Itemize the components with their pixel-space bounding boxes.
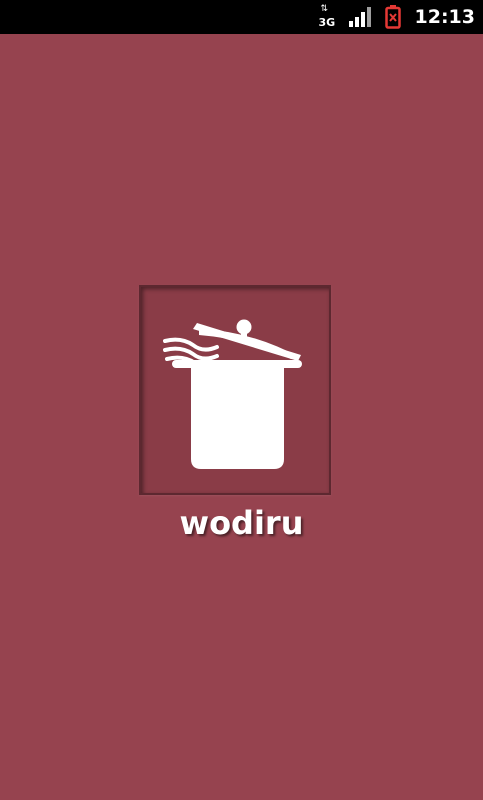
cooking-pot-icon: [163, 319, 302, 469]
battery-empty-icon: [384, 5, 401, 29]
signal-strength-icon: [348, 7, 371, 27]
splash-screen: wodiru: [0, 34, 483, 800]
network-3g-icon: ⇅ 3G: [319, 4, 337, 30]
status-icons: ⇅ 3G 12:13: [319, 0, 475, 34]
data-activity-arrows-icon: ⇅: [320, 4, 328, 14]
app-name: wodiru: [179, 504, 304, 542]
network-type-label: 3G: [318, 16, 336, 29]
app-logo: [139, 285, 331, 495]
status-bar: ⇅ 3G 12:13: [0, 0, 483, 34]
status-clock: 12:13: [414, 6, 475, 28]
